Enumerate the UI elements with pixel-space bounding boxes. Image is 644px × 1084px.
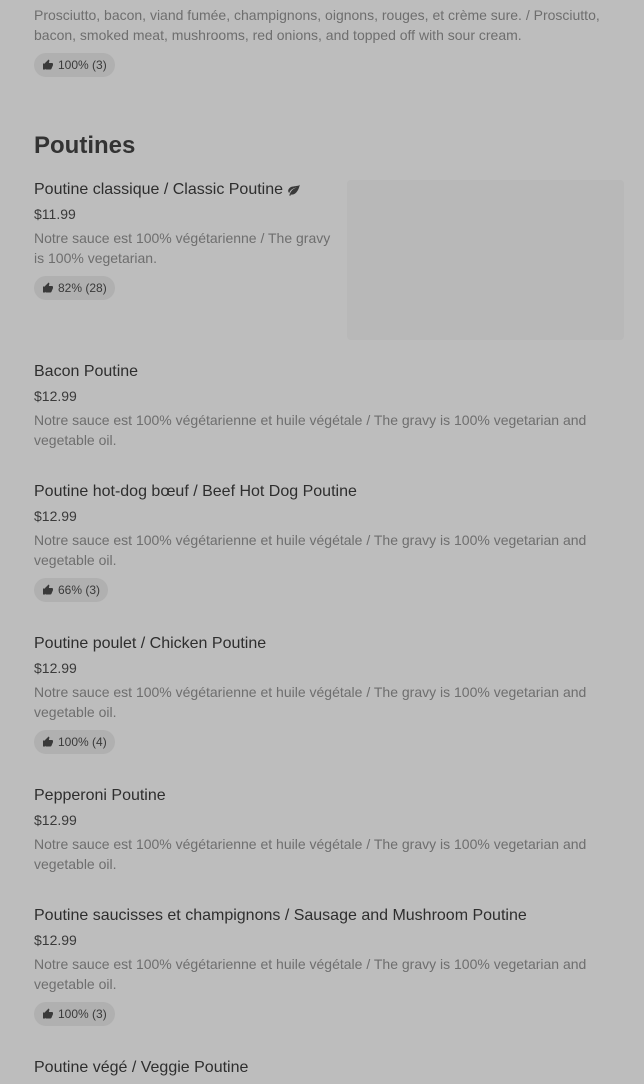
item-price: $12.99 (34, 812, 77, 828)
item-description: Notre sauce est 100% végétarienne / The … (34, 230, 331, 266)
menu-page: Prosciutto, bacon, viand fumée, champign… (0, 0, 644, 1084)
item-description: Notre sauce est 100% végétarienne et hui… (34, 836, 587, 872)
rating-badge: 100% (3) (34, 53, 115, 77)
item-description: Prosciutto, bacon, viand fumée, champign… (34, 7, 600, 43)
menu-item[interactable]: Poutine hot-dog bœuf / Beef Hot Dog Pout… (34, 481, 624, 602)
item-description: Notre sauce est 100% végétarienne et hui… (34, 532, 587, 568)
item-image-placeholder[interactable] (347, 180, 624, 340)
item-name: Poutine poulet / Chicken Poutine (34, 635, 267, 652)
thumbs-up-icon (43, 282, 53, 293)
rating-text: 100% (3) (58, 58, 107, 72)
thumbs-up-icon (43, 1008, 53, 1019)
menu-item[interactable]: Poutine classique / Classic Poutine $11.… (34, 179, 339, 300)
item-price: $12.99 (34, 388, 77, 404)
item-description: Notre sauce est 100% végétarienne et hui… (34, 956, 587, 992)
menu-item[interactable]: Bacon Poutine $12.99 Notre sauce est 100… (34, 361, 624, 450)
item-description: Notre sauce est 100% végétarienne et hui… (34, 412, 587, 448)
thumbs-up-icon (43, 59, 53, 70)
item-price: $12.99 (34, 660, 77, 676)
item-name: Pepperoni Poutine (34, 787, 166, 804)
rating-badge: 100% (3) (34, 1002, 115, 1026)
item-name: Poutine hot-dog bœuf / Beef Hot Dog Pout… (34, 483, 357, 500)
item-price: $11.99 (34, 206, 76, 222)
section-title: Poutines (34, 132, 136, 159)
item-price: $12.99 (34, 508, 77, 524)
menu-item[interactable]: Pepperoni Poutine $12.99 Notre sauce est… (34, 785, 624, 874)
item-name: Poutine classique / Classic Poutine (34, 181, 284, 198)
item-name: Bacon Poutine (34, 363, 139, 380)
rating-badge: 82% (28) (34, 276, 115, 300)
leaf-icon (288, 184, 300, 196)
item-description: Notre sauce est 100% végétarienne et hui… (34, 684, 587, 720)
rating-text: 100% (3) (58, 1007, 107, 1021)
menu-item[interactable]: Poutine saucisses et champignons / Sausa… (34, 905, 624, 1026)
item-price: $12.99 (34, 932, 77, 948)
rating-badge: 66% (3) (34, 578, 109, 602)
menu-item-partial[interactable]: Prosciutto, bacon, viand fumée, champign… (34, 5, 624, 77)
menu-item[interactable]: Poutine poulet / Chicken Poutine $12.99 … (34, 633, 624, 754)
menu-item[interactable]: Poutine végé / Veggie Poutine (34, 1057, 624, 1079)
rating-badge: 100% (4) (34, 730, 115, 754)
item-name: Poutine saucisses et champignons / Sausa… (34, 907, 527, 924)
thumbs-up-icon (43, 736, 53, 747)
rating-text: 100% (4) (58, 735, 107, 749)
rating-text: 82% (28) (58, 281, 107, 295)
thumbs-up-icon (43, 584, 53, 595)
item-name: Poutine végé / Veggie Poutine (34, 1059, 249, 1076)
rating-text: 66% (3) (58, 583, 101, 597)
